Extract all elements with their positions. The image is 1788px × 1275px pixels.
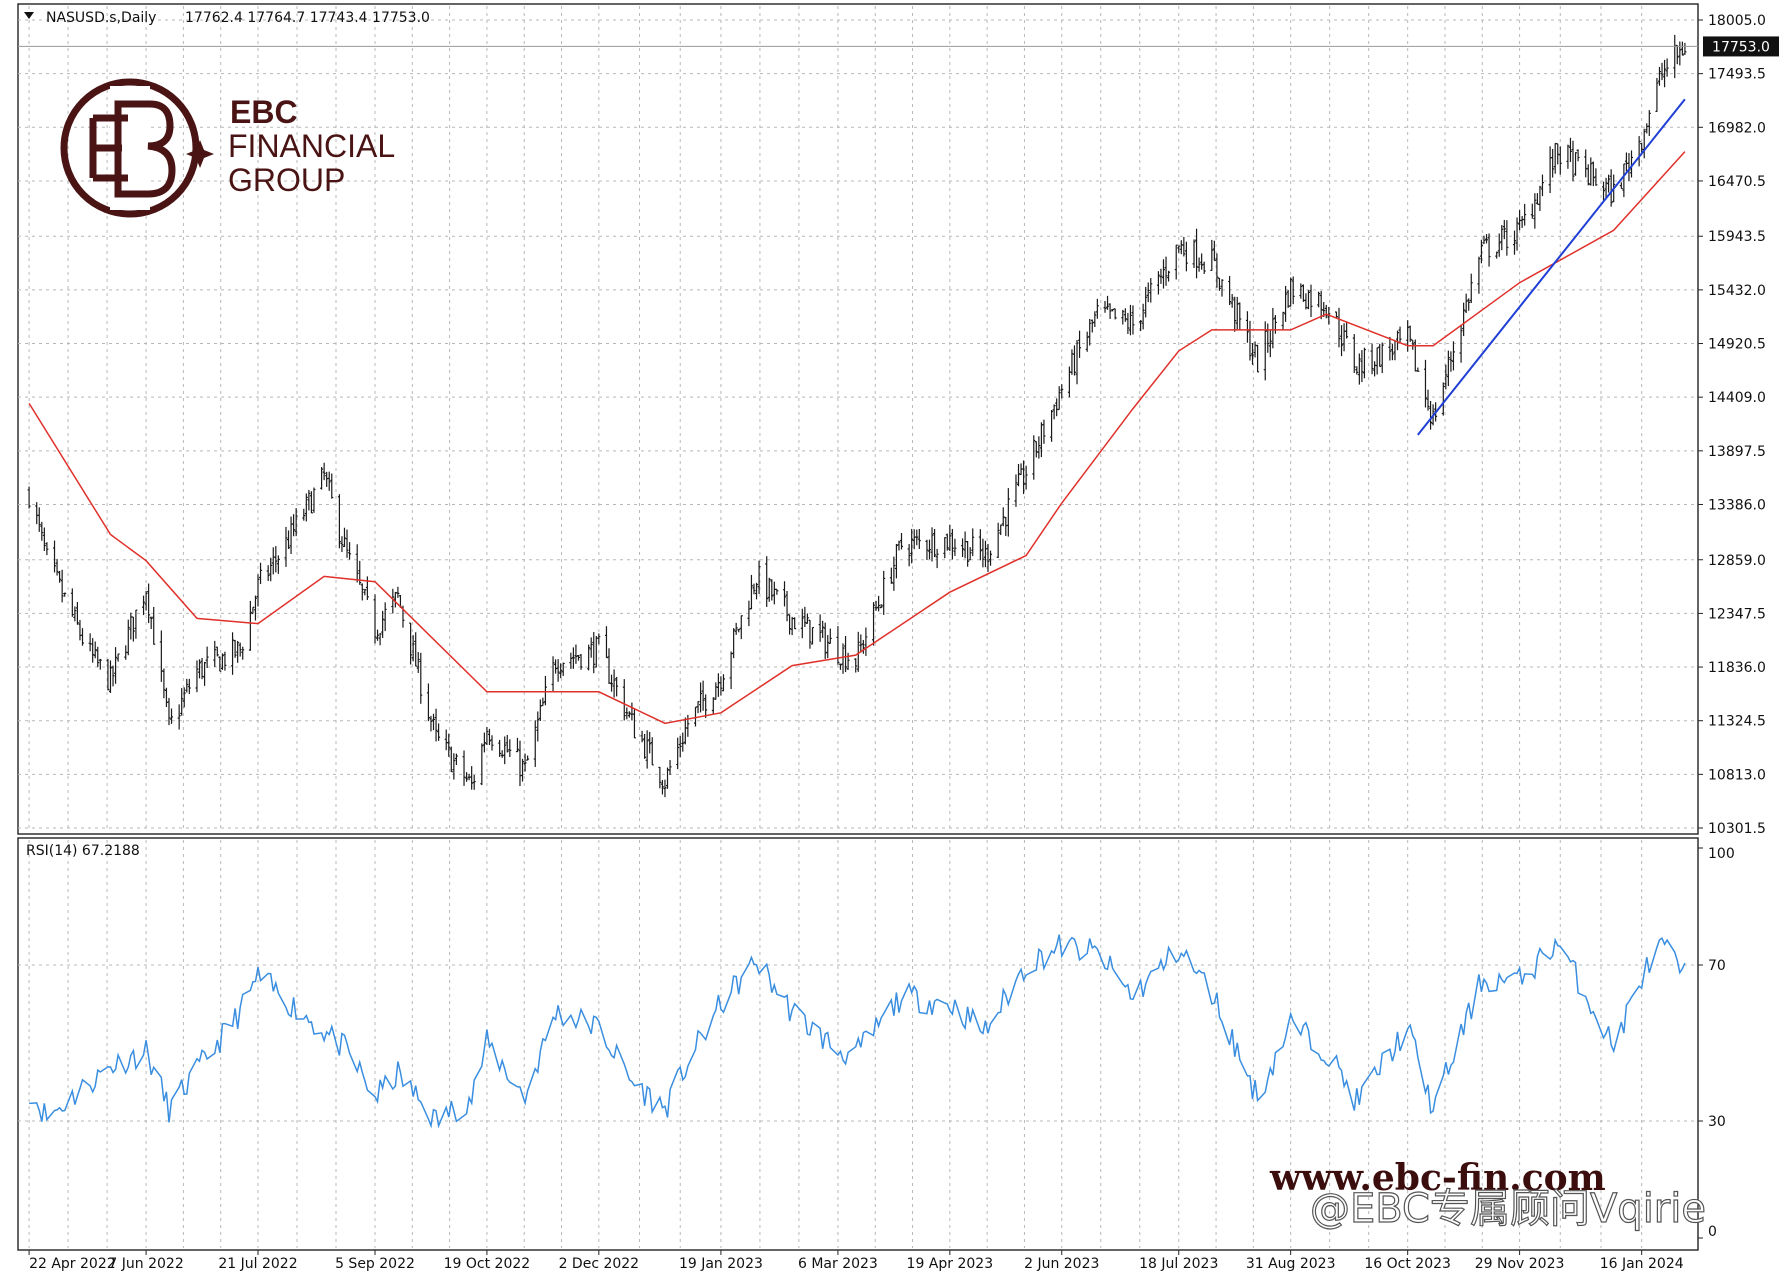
y-tick-label: 10301.5 <box>1708 821 1766 837</box>
x-tick-label: 2 Dec 2022 <box>559 1256 640 1272</box>
rsi-label: RSI(14) 67.2188 <box>26 843 140 859</box>
y-tick-label: 12859.0 <box>1708 553 1766 569</box>
y-tick-label: 17493.5 <box>1708 67 1766 83</box>
svg-text:17753.0: 17753.0 <box>1712 39 1770 55</box>
svg-text:EBC: EBC <box>230 94 298 130</box>
symbol-label: NASUSD.s,Daily <box>46 10 156 26</box>
y-tick-label: 16470.5 <box>1708 174 1766 190</box>
y-tick-label: 13897.5 <box>1708 444 1766 460</box>
x-tick-label: 5 Sep 2022 <box>335 1256 415 1272</box>
ohlc-values: 17762.4 17764.7 17743.4 17753.0 <box>185 10 430 26</box>
x-tick-label: 21 Jul 2022 <box>218 1256 297 1272</box>
current-price-badge: 17753.0 <box>1703 36 1779 57</box>
x-tick-label: 18 Jul 2023 <box>1139 1256 1218 1272</box>
rsi-tick-label: 30 <box>1708 1114 1726 1130</box>
x-tick-label: 31 Aug 2023 <box>1246 1256 1336 1272</box>
y-tick-label: 16982.0 <box>1708 120 1766 136</box>
x-tick-label: 2 Jun 2023 <box>1024 1256 1099 1272</box>
x-tick-label: 19 Oct 2022 <box>444 1256 531 1272</box>
y-tick-label: 12347.5 <box>1708 606 1766 622</box>
rsi-tick-label: 70 <box>1708 958 1726 974</box>
svg-text:FINANCIAL: FINANCIAL <box>228 128 395 164</box>
rsi-tick-label: 0 <box>1708 1224 1717 1240</box>
rsi-tick-label: 100 <box>1708 846 1735 862</box>
x-tick-label: 22 Apr 2022 <box>29 1256 116 1272</box>
x-tick-label: 7 Jun 2022 <box>108 1256 183 1272</box>
y-tick-label: 15432.0 <box>1708 283 1766 299</box>
x-tick-label: 19 Apr 2023 <box>907 1256 994 1272</box>
x-tick-label: 16 Oct 2023 <box>1364 1256 1451 1272</box>
y-tick-label: 11324.5 <box>1708 714 1766 730</box>
x-tick-label: 29 Nov 2023 <box>1475 1256 1565 1272</box>
y-tick-label: 14409.0 <box>1708 390 1766 406</box>
y-tick-label: 11836.0 <box>1708 660 1766 676</box>
x-tick-label: 16 Jan 2024 <box>1600 1256 1684 1272</box>
chart-canvas: 18005.0 17493.5 16982.0 16470.5 15943.5 15432… <box>0 0 1788 1275</box>
y-tick-label: 10813.0 <box>1708 767 1766 783</box>
y-tick-label: 13386.0 <box>1708 497 1766 513</box>
y-tick-label: 14920.5 <box>1708 337 1766 353</box>
y-tick-label: 15943.5 <box>1708 229 1766 245</box>
y-tick-label: 18005.0 <box>1708 13 1766 29</box>
x-tick-label: 19 Jan 2023 <box>679 1256 763 1272</box>
x-tick-label: 6 Mar 2023 <box>798 1256 878 1272</box>
watermark-handle: @EBC专属顾问Vqirie <box>1310 1186 1706 1232</box>
svg-text:GROUP: GROUP <box>228 162 345 198</box>
